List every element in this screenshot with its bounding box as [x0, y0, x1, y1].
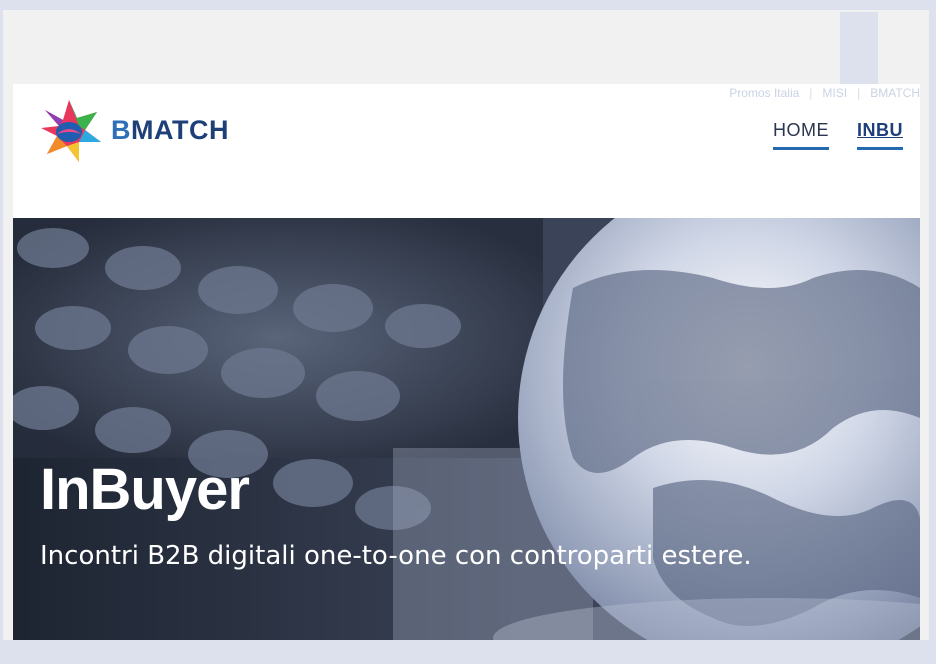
separator: |	[809, 86, 813, 100]
main-nav: HOME INBU	[773, 120, 903, 150]
bmatch-logo[interactable]: BMATCH	[39, 96, 229, 164]
separator: |	[857, 86, 861, 100]
webpage: BMATCH HOME INBU Promos Italia | MISI | …	[13, 84, 920, 640]
site-header: BMATCH HOME INBU Promos Italia | MISI | …	[13, 84, 920, 218]
hero-background-image	[13, 218, 920, 640]
utility-link-misi[interactable]: MISI	[822, 86, 847, 100]
logo-wordmark: BMATCH	[111, 114, 229, 145]
bottom-strip	[0, 640, 936, 664]
utility-link-promos[interactable]: Promos Italia	[729, 86, 799, 100]
nav-inbuyer[interactable]: INBU	[857, 120, 903, 150]
nav-home[interactable]: HOME	[773, 120, 829, 150]
hero-subtitle: Incontri B2B digitali one-to-one con con…	[40, 541, 752, 571]
hero-banner: InBuyer Incontri B2B digitali one-to-one…	[13, 218, 920, 640]
utility-links: Promos Italia | MISI | BMATCH	[729, 84, 920, 102]
utility-link-bmatch[interactable]: BMATCH	[870, 86, 920, 100]
bmatch-logo-icon	[41, 100, 101, 162]
right-tab	[840, 12, 878, 84]
hero-title: InBuyer	[40, 457, 250, 522]
